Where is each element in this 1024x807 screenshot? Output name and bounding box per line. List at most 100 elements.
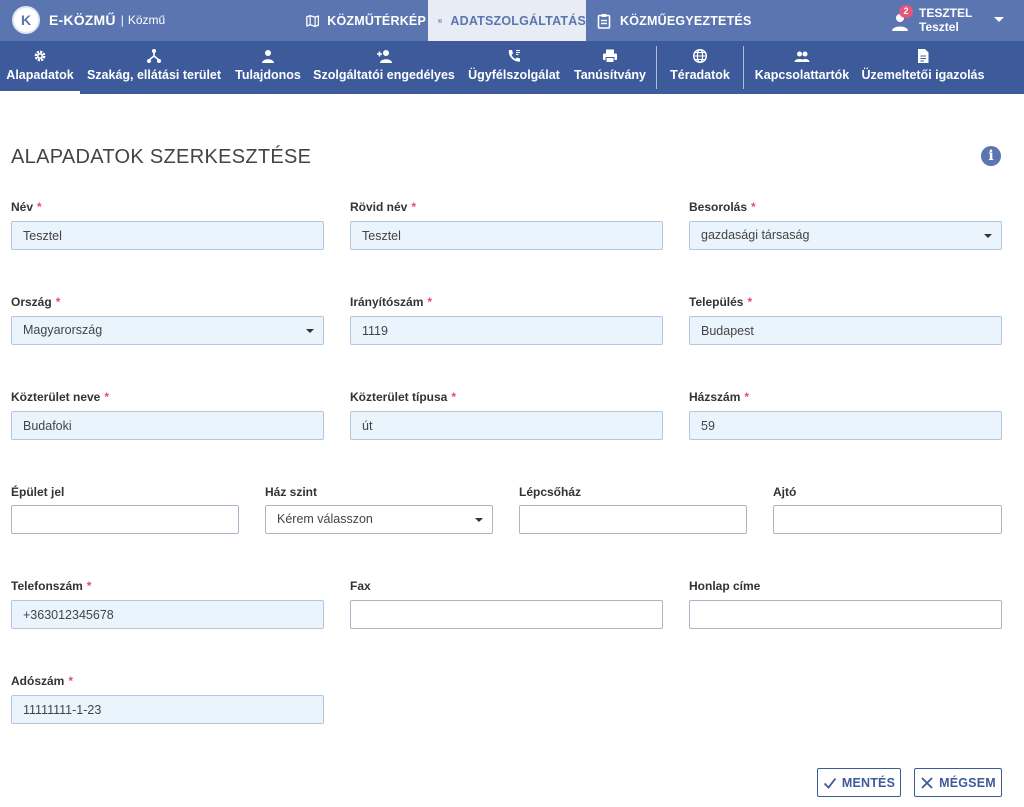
tab-uzemeltetoi-igazolas[interactable]: Üzemeltetői igazolás <box>860 41 986 94</box>
kozterulet-neve-input[interactable] <box>23 412 323 439</box>
telefonszam-input[interactable] <box>23 601 323 628</box>
telepules-input[interactable] <box>701 317 1001 344</box>
hazszam-field[interactable] <box>689 411 1002 440</box>
user-menu[interactable]: 2 TESZTEL Tesztel <box>890 3 1016 38</box>
orszag-label: Ország * <box>11 295 61 309</box>
tab-teradatok[interactable]: Téradatok <box>664 41 736 94</box>
tab-szolgaltatoi-engedelyes[interactable]: Szolgáltatói engedélyes <box>312 41 456 94</box>
gear-icon <box>34 50 46 62</box>
app-name: E-KÖZMŰ <box>49 12 116 28</box>
honlap-field[interactable] <box>689 600 1002 629</box>
kozterulet-tipusa-field[interactable] <box>350 411 663 440</box>
lepcsohaz-field[interactable] <box>519 505 747 534</box>
nev-input[interactable] <box>23 222 323 249</box>
rovid-nev-input[interactable] <box>362 222 662 249</box>
telepules-field[interactable] <box>689 316 1002 345</box>
dropdown-caret-icon <box>475 518 483 522</box>
network-icon <box>147 49 161 63</box>
dropdown-caret-icon <box>306 329 314 333</box>
ajto-label: Ajtó <box>773 485 797 499</box>
honlap-label: Honlap címe <box>689 579 761 593</box>
iranyitoszam-field[interactable] <box>350 316 663 345</box>
lepcsohaz-input[interactable] <box>531 506 746 533</box>
ajto-input[interactable] <box>785 506 1001 533</box>
tab-label: Szolgáltatói engedélyes <box>313 68 455 82</box>
kozterulet-tipusa-input[interactable] <box>362 412 662 439</box>
besorolas-select[interactable]: gazdasági társaság <box>689 221 1002 250</box>
besorolas-value: gazdasági társaság <box>701 228 810 242</box>
topnav-adatszolgaltatas[interactable]: ADATSZOLGÁLTATÁS <box>428 0 586 41</box>
save-label: MENTÉS <box>841 775 896 790</box>
haz-szint-select[interactable]: Kérem válasszon <box>265 505 493 534</box>
nev-field[interactable] <box>11 221 324 250</box>
info-icon[interactable]: i <box>981 146 1001 166</box>
orszag-value: Magyarország <box>23 323 103 337</box>
rovid-nev-label: Rövid név * <box>350 200 417 214</box>
topnav-label: ADATSZOLGÁLTATÁS <box>450 13 586 28</box>
rovid-nev-field[interactable] <box>350 221 663 250</box>
tab-label: Tanúsítvány <box>573 68 646 82</box>
tab-tulajdonos[interactable]: Tulajdonos <box>232 41 304 94</box>
people-icon <box>794 51 810 62</box>
phone-icon <box>508 50 520 62</box>
epulet-jel-label: Épület jel <box>11 485 65 499</box>
dropdown-caret-icon <box>984 234 992 238</box>
orszag-select[interactable]: Magyarország <box>11 316 324 345</box>
kozterulet-neve-label: Közterület neve * <box>11 390 110 404</box>
notification-badge[interactable]: 2 <box>899 5 913 18</box>
printer-icon <box>603 49 617 63</box>
tab-label: Ügyfélszolgálat <box>468 68 560 82</box>
app-logo: K <box>12 6 40 34</box>
haz-szint-value: Kérem válasszon <box>277 512 373 526</box>
tab-ugyfelszolgalat[interactable]: Ügyfélszolgálat <box>466 41 562 94</box>
cancel-button[interactable]: MÉGSEM <box>914 768 1002 797</box>
besorolas-label: Besorolás * <box>689 200 756 214</box>
tab-label: Kapcsolattartók <box>754 68 850 82</box>
tab-szakag[interactable]: Szakág, ellátási terület <box>86 41 222 94</box>
user-subname: Tesztel <box>919 20 959 34</box>
page-title: ALAPADATOK SZERKESZTÉSE <box>11 146 312 168</box>
adoszam-field[interactable] <box>11 695 324 724</box>
nav-divider <box>656 46 657 89</box>
tab-label: Üzemeltetői igazolás <box>861 68 985 82</box>
brand[interactable]: K E-KÖZMŰ | Közmű <box>12 6 165 34</box>
kozterulet-neve-field[interactable] <box>11 411 324 440</box>
tab-kapcsolattartok[interactable]: Kapcsolattartók <box>752 41 852 94</box>
fax-input[interactable] <box>362 601 662 628</box>
epulet-jel-input[interactable] <box>23 506 238 533</box>
telefonszam-label: Telefonszám * <box>11 579 92 593</box>
hazszam-label: Házszám * <box>689 390 750 404</box>
telepules-label: Település * <box>689 295 753 309</box>
tab-tanusitvany[interactable]: Tanúsítvány <box>572 41 648 94</box>
hazszam-input[interactable] <box>701 412 1001 439</box>
tab-label: Szakág, ellátási terület <box>86 68 222 82</box>
topnav-label: KÖZMŰEGYEZTETÉS <box>620 13 752 28</box>
haz-szint-label: Ház szint <box>265 485 318 499</box>
tab-label: Téradatok <box>670 68 730 82</box>
ajto-field[interactable] <box>773 505 1002 534</box>
nav-divider <box>743 46 744 89</box>
add-person-icon <box>377 50 392 63</box>
top-bar: K E-KÖZMŰ | Közmű KÖZMŰTÉRKÉP ADATSZOLGÁ… <box>0 0 1024 41</box>
lepcsohaz-label: Lépcsőház <box>519 485 582 499</box>
iranyitoszam-label: Irányítószám * <box>350 295 433 309</box>
iranyitoszam-input[interactable] <box>362 317 662 344</box>
telefonszam-field[interactable] <box>11 600 324 629</box>
honlap-input[interactable] <box>701 601 1001 628</box>
epulet-jel-field[interactable] <box>11 505 239 534</box>
tab-label: Alapadatok <box>6 68 74 82</box>
adoszam-label: Adószám * <box>11 674 74 688</box>
user-name: TESZTEL <box>919 6 973 20</box>
nev-label: Név * <box>11 200 42 214</box>
chevron-down-icon[interactable] <box>994 17 1004 22</box>
topnav-kozmuegyeztetes[interactable]: KÖZMŰEGYEZTETÉS <box>586 0 756 41</box>
save-button[interactable]: MENTÉS <box>817 768 901 797</box>
map-icon <box>306 14 320 27</box>
topnav-label: KÖZMŰTÉRKÉP <box>327 13 426 28</box>
tab-alapadatok[interactable]: Alapadatok <box>0 41 80 94</box>
fax-field[interactable] <box>350 600 663 629</box>
adoszam-input[interactable] <box>23 696 323 723</box>
app-subtitle: Közmű <box>127 13 166 27</box>
kozterulet-tipusa-label: Közterület típusa * <box>350 390 457 404</box>
topnav-kozmuterkep[interactable]: KÖZMŰTÉRKÉP <box>296 0 426 41</box>
